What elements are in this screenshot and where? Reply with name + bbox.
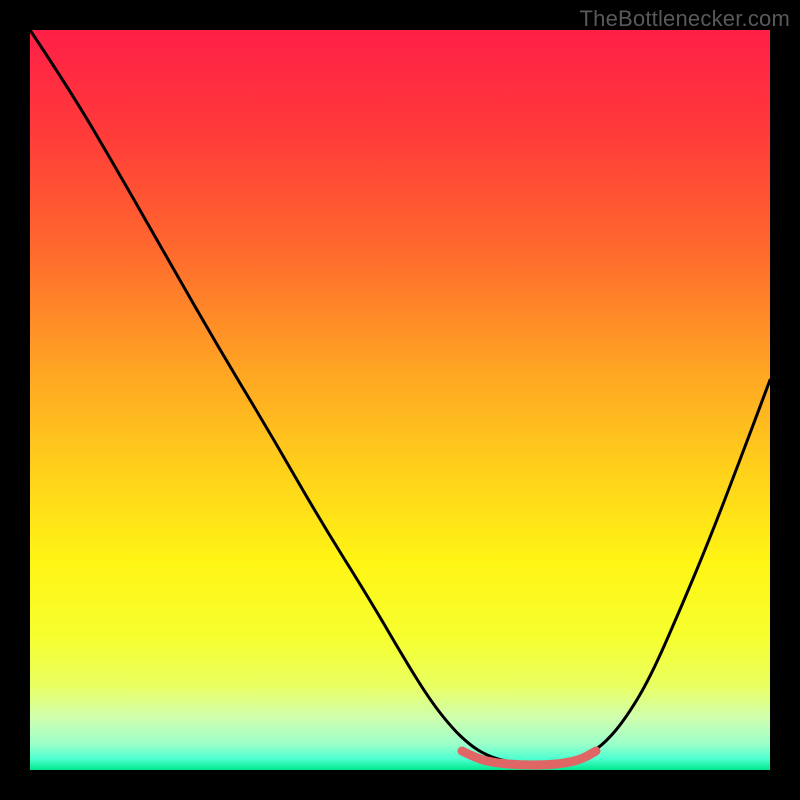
chart-stage: TheBottlenecker.com [0,0,800,800]
chart-svg [0,0,800,800]
